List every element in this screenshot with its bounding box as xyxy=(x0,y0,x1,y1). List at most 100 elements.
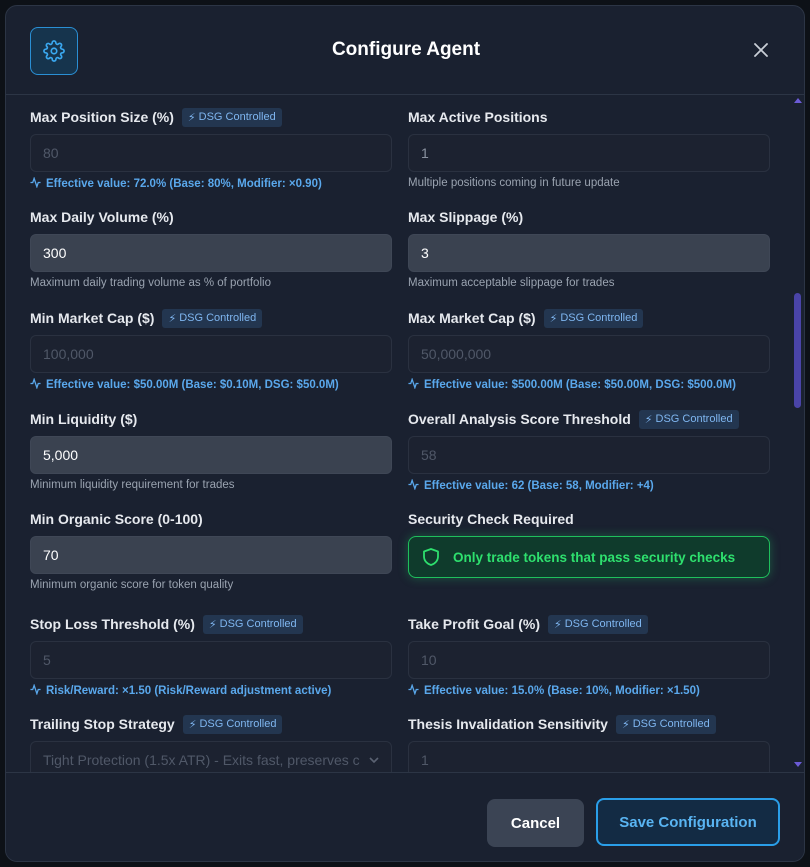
bolt-icon: ⚡ xyxy=(168,312,177,325)
field-trailing-stop: Trailing Stop Strategy ⚡ DSG Controlled T… xyxy=(30,713,392,772)
max-slippage-input[interactable]: 3 xyxy=(408,234,770,272)
field-min-organic-score: Min Organic Score (0-100) 70 Minimum org… xyxy=(30,508,392,591)
bolt-icon: ⚡ xyxy=(187,111,196,124)
field-label: Overall Analysis Score Threshold xyxy=(408,411,631,427)
field-analysis-score-threshold: Overall Analysis Score Threshold ⚡ DSG Co… xyxy=(408,408,770,493)
effective-value-text: Effective value: 62 (Base: 58, Modifier:… xyxy=(408,478,770,493)
modal-body: Max Position Size (%) ⚡ DSG Controlled 80… xyxy=(6,96,804,772)
activity-icon xyxy=(30,683,41,698)
shield-icon xyxy=(423,548,439,566)
effective-value-text: Effective value: $500.00M (Base: $50.00M… xyxy=(408,377,770,392)
help-text: Maximum daily trading volume as % of por… xyxy=(30,277,271,289)
field-label: Max Market Cap ($) xyxy=(408,310,536,326)
trailing-stop-select[interactable]: Tight Protection (1.5x ATR) - Exits fast… xyxy=(30,741,392,772)
modal-footer: Cancel Save Configuration xyxy=(6,772,804,861)
min-organic-score-input[interactable]: 70 xyxy=(30,536,392,574)
bolt-icon: ⚡ xyxy=(644,413,653,426)
scrollbar-thumb[interactable] xyxy=(794,293,801,408)
effective-value-label: Risk/Reward: ×1.50 (Risk/Reward adjustme… xyxy=(46,685,332,697)
field-label: Max Daily Volume (%) xyxy=(30,209,174,225)
field-label: Trailing Stop Strategy xyxy=(30,716,175,732)
badge-label: DSG Controlled xyxy=(199,718,277,730)
field-label: Min Organic Score (0-100) xyxy=(30,511,203,527)
modal-title: Configure Agent xyxy=(331,39,481,60)
thesis-invalidation-input[interactable]: 1 xyxy=(408,741,770,772)
effective-value-label: Effective value: $500.00M (Base: $50.00M… xyxy=(424,379,736,391)
cancel-button[interactable]: Cancel xyxy=(487,799,584,847)
field-min-market-cap: Min Market Cap ($) ⚡ DSG Controlled 100,0… xyxy=(30,307,392,392)
field-label: Take Profit Goal (%) xyxy=(408,616,540,632)
badge-label: DSG Controlled xyxy=(179,312,257,324)
dsg-badge: ⚡ DSG Controlled xyxy=(181,107,282,127)
max-daily-volume-input[interactable]: 300 xyxy=(30,234,392,272)
help-text: Minimum liquidity requirement for trades xyxy=(30,479,235,491)
activity-icon xyxy=(408,683,419,698)
scroll-down-arrow[interactable] xyxy=(794,762,802,767)
effective-value-text: Risk/Reward: ×1.50 (Risk/Reward adjustme… xyxy=(30,683,392,698)
help-text: Minimum organic score for token quality xyxy=(30,579,234,591)
field-min-liquidity: Min Liquidity ($) 5,000 Minimum liquidit… xyxy=(30,408,392,491)
effective-value-label: Effective value: 72.0% (Base: 80%, Modif… xyxy=(46,178,322,190)
bolt-icon: ⚡ xyxy=(188,718,197,731)
scroll-up-arrow[interactable] xyxy=(794,98,802,103)
activity-icon xyxy=(408,478,419,493)
bolt-icon: ⚡ xyxy=(621,718,630,731)
help-text: Maximum acceptable slippage for trades xyxy=(408,277,615,289)
badge-label: DSG Controlled xyxy=(219,618,297,630)
activity-icon xyxy=(30,377,41,392)
activity-icon xyxy=(30,176,41,191)
dsg-badge: ⚡ DSG Controlled xyxy=(182,714,283,734)
bolt-icon: ⚡ xyxy=(208,618,217,631)
field-label: Stop Loss Threshold (%) xyxy=(30,616,195,632)
analysis-score-input[interactable]: 58 xyxy=(408,436,770,474)
modal-header: Configure Agent xyxy=(6,6,804,95)
field-label: Min Liquidity ($) xyxy=(30,411,138,427)
field-max-daily-volume: Max Daily Volume (%) 300 Maximum daily t… xyxy=(30,206,392,289)
field-stop-loss: Stop Loss Threshold (%) ⚡ DSG Controlled … xyxy=(30,613,392,698)
configure-agent-modal: Configure Agent Max Position Size (%) ⚡ D… xyxy=(5,5,805,862)
field-max-active-positions: Max Active Positions 1 Multiple position… xyxy=(408,106,770,189)
bolt-icon: ⚡ xyxy=(553,618,562,631)
close-icon xyxy=(754,43,768,57)
effective-value-label: Effective value: 15.0% (Base: 10%, Modif… xyxy=(424,685,700,697)
field-label: Max Position Size (%) xyxy=(30,109,174,125)
take-profit-input[interactable]: 10 xyxy=(408,641,770,679)
field-label: Min Market Cap ($) xyxy=(30,310,155,326)
security-check-label: Only trade tokens that pass security che… xyxy=(453,549,736,565)
badge-label: DSG Controlled xyxy=(198,111,276,123)
trailing-stop-value: Tight Protection (1.5x ATR) - Exits fast… xyxy=(43,752,360,768)
max-active-positions-input[interactable]: 1 xyxy=(408,134,770,172)
field-label: Thesis Invalidation Sensitivity xyxy=(408,716,608,732)
max-market-cap-input[interactable]: 50,000,000 xyxy=(408,335,770,373)
field-max-position-size: Max Position Size (%) ⚡ DSG Controlled 80… xyxy=(30,106,392,191)
field-max-market-cap: Max Market Cap ($) ⚡ DSG Controlled 50,00… xyxy=(408,307,770,392)
dsg-badge: ⚡ DSG Controlled xyxy=(162,308,263,328)
security-check-toggle[interactable]: Only trade tokens that pass security che… xyxy=(408,536,770,578)
field-security-check: Security Check Required Only trade token… xyxy=(408,508,770,578)
badge-label: DSG Controlled xyxy=(564,618,642,630)
field-thesis-invalidation: Thesis Invalidation Sensitivity ⚡ DSG Con… xyxy=(408,713,770,772)
activity-icon xyxy=(408,377,419,392)
dsg-badge: ⚡ DSG Controlled xyxy=(202,614,303,634)
effective-value-label: Effective value: 62 (Base: 58, Modifier:… xyxy=(424,480,654,492)
dsg-badge: ⚡ DSG Controlled xyxy=(615,714,716,734)
field-label: Max Active Positions xyxy=(408,109,548,125)
stop-loss-input[interactable]: 5 xyxy=(30,641,392,679)
bolt-icon: ⚡ xyxy=(549,312,558,325)
help-text: Multiple positions coming in future upda… xyxy=(408,177,620,189)
field-max-slippage: Max Slippage (%) 3 Maximum acceptable sl… xyxy=(408,206,770,289)
max-position-size-input[interactable]: 80 xyxy=(30,134,392,172)
dsg-badge: ⚡ DSG Controlled xyxy=(638,409,739,429)
badge-label: DSG Controlled xyxy=(655,413,733,425)
min-liquidity-input[interactable]: 5,000 xyxy=(30,436,392,474)
field-label: Security Check Required xyxy=(408,511,574,527)
effective-value-text: Effective value: 15.0% (Base: 10%, Modif… xyxy=(408,683,770,698)
save-configuration-button[interactable]: Save Configuration xyxy=(596,798,780,846)
min-market-cap-input[interactable]: 100,000 xyxy=(30,335,392,373)
effective-value-label: Effective value: $50.00M (Base: $0.10M, … xyxy=(46,379,339,391)
badge-label: DSG Controlled xyxy=(560,312,638,324)
close-button[interactable] xyxy=(751,40,771,60)
dsg-badge: ⚡ DSG Controlled xyxy=(547,614,648,634)
badge-label: DSG Controlled xyxy=(632,718,710,730)
field-label: Max Slippage (%) xyxy=(408,209,524,225)
